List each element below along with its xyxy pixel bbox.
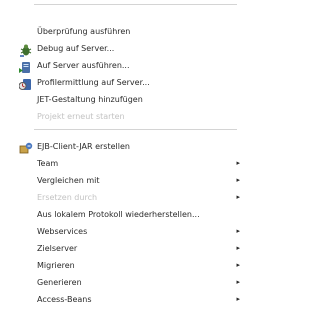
menu-item-run-on-server[interactable]: Auf Server ausführen... xyxy=(0,57,241,74)
menu-item-label: Überprüfung ausführen xyxy=(37,27,131,36)
submenu-arrow-icon: ▸ xyxy=(236,176,240,184)
menu-item-compare-with[interactable]: Vergleichen mit ▸ xyxy=(0,172,241,189)
menu-item-label: Projekt erneut starten xyxy=(37,112,125,121)
menu-item-label: Zielserver xyxy=(37,244,78,253)
menu-item-generate[interactable]: Generieren ▸ xyxy=(0,274,241,291)
submenu-arrow-icon: ▸ xyxy=(236,261,240,269)
run-on-server-icon xyxy=(19,59,33,73)
menu-item-label: EJB-Client-JAR erstellen xyxy=(37,142,130,151)
menu-item-add-jet-transformation[interactable]: JET-Gestaltung hinzufügen xyxy=(0,91,241,108)
menu-item-web-services[interactable]: Webservices ▸ xyxy=(0,223,241,240)
menu-item-run-validation[interactable]: Überprüfung ausführen xyxy=(0,23,241,40)
menu-item-label: Access-Beans xyxy=(37,295,92,304)
ejb-client-jar-icon xyxy=(19,140,33,154)
menu-item-label: Ersetzen durch xyxy=(37,193,98,202)
submenu-arrow-icon: ▸ xyxy=(236,295,240,303)
menu-item-migrate[interactable]: Migrieren ▸ xyxy=(0,257,241,274)
submenu-arrow-icon: ▸ xyxy=(236,193,240,201)
debug-bug-icon xyxy=(19,42,33,57)
menu-item-create-ejb-client-jar[interactable]: EJB-Client-JAR erstellen xyxy=(0,138,241,155)
menu-item-label: JET-Gestaltung hinzufügen xyxy=(37,95,143,104)
menu-item-label: Migrieren xyxy=(37,261,75,270)
menu-item-target-server[interactable]: Zielserver ▸ xyxy=(0,240,241,257)
menu-item-label: Generieren xyxy=(37,278,82,287)
profile-icon xyxy=(18,76,33,90)
menu-item-label: Webservices xyxy=(37,227,88,236)
menu-item-replace-with[interactable]: Ersetzen durch ▸ xyxy=(0,189,241,206)
menu-item-restore-from-local-history[interactable]: Aus lokalem Protokoll wiederherstellen..… xyxy=(0,206,241,223)
menu-separator xyxy=(34,129,237,130)
submenu-arrow-icon: ▸ xyxy=(236,227,240,235)
context-menu: Überprüfung ausführen Debug auf Server..… xyxy=(0,0,241,314)
menu-item-label: Team xyxy=(37,159,59,168)
menu-item-profile-on-server[interactable]: Profilermittlung auf Server... xyxy=(0,74,241,91)
submenu-arrow-icon: ▸ xyxy=(236,159,240,167)
submenu-arrow-icon: ▸ xyxy=(236,244,240,252)
menu-item-label: Profilermittlung auf Server... xyxy=(37,78,150,87)
submenu-arrow-icon: ▸ xyxy=(236,278,240,286)
menu-item-team[interactable]: Team ▸ xyxy=(0,155,241,172)
menu-item-label: Aus lokalem Protokoll wiederherstellen..… xyxy=(37,210,200,219)
menu-item-label: Debug auf Server... xyxy=(37,44,115,53)
menu-item-debug-on-server[interactable]: Debug auf Server... xyxy=(0,40,241,57)
menu-item-label: Auf Server ausführen... xyxy=(37,61,130,70)
menu-item-access-beans[interactable]: Access-Beans ▸ xyxy=(0,291,241,308)
menu-item-restart-project[interactable]: Projekt erneut starten xyxy=(0,108,241,125)
menu-separator xyxy=(34,4,237,5)
menu-item-label: Vergleichen mit xyxy=(37,176,100,185)
